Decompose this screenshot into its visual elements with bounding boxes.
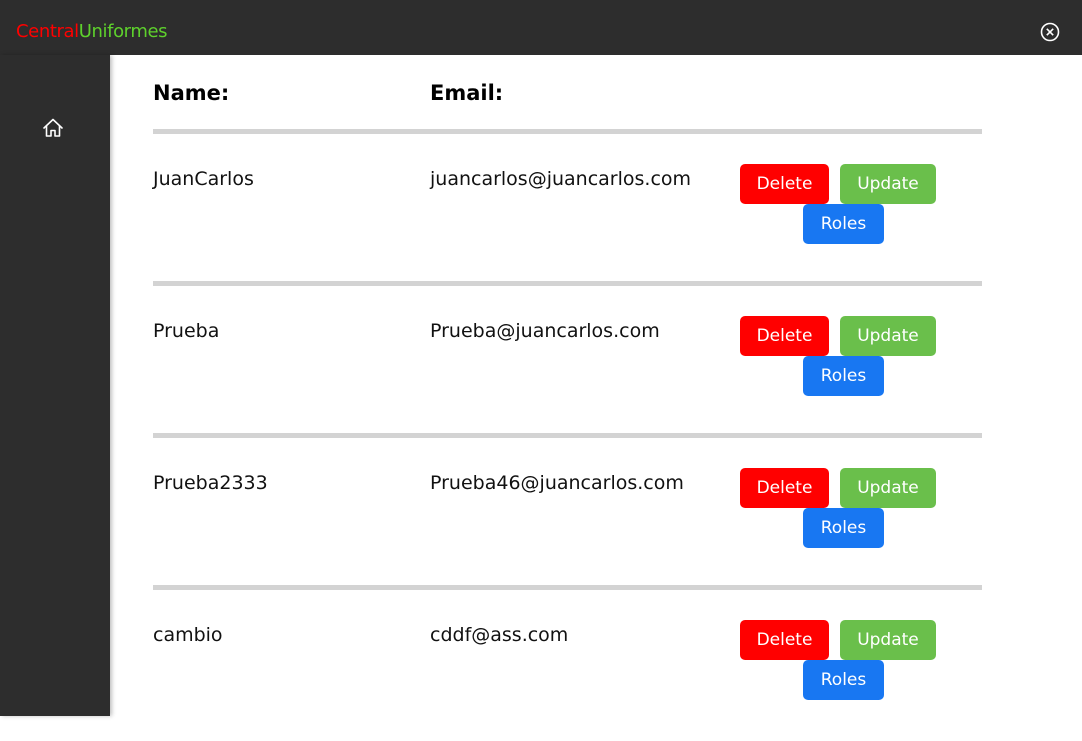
user-name: Prueba2333 bbox=[153, 472, 268, 494]
close-icon bbox=[1040, 22, 1060, 42]
delete-button[interactable]: Delete bbox=[740, 164, 829, 204]
update-button[interactable]: Update bbox=[840, 620, 936, 660]
table-row: cambio cddf@ass.com Delete Update Roles bbox=[153, 585, 982, 741]
roles-button[interactable]: Roles bbox=[803, 356, 884, 396]
update-button[interactable]: Update bbox=[840, 316, 936, 356]
delete-button[interactable]: Delete bbox=[740, 316, 829, 356]
sidebar-item-home[interactable] bbox=[40, 115, 66, 141]
column-header-name: Name: bbox=[153, 81, 230, 105]
user-email: Prueba@juancarlos.com bbox=[430, 320, 660, 342]
app-brand: CentralUniformes bbox=[16, 20, 168, 44]
close-button[interactable] bbox=[1039, 21, 1061, 43]
user-rows: JuanCarlos juancarlos@juancarlos.com Del… bbox=[153, 129, 982, 741]
user-name: cambio bbox=[153, 624, 223, 646]
update-button[interactable]: Update bbox=[840, 468, 936, 508]
user-email: juancarlos@juancarlos.com bbox=[430, 168, 692, 190]
delete-button[interactable]: Delete bbox=[740, 620, 829, 660]
brand-central: Central bbox=[16, 21, 79, 42]
table-row: Prueba2333 Prueba46@juancarlos.com Delet… bbox=[153, 433, 982, 589]
user-name: JuanCarlos bbox=[153, 168, 254, 190]
table-row: JuanCarlos juancarlos@juancarlos.com Del… bbox=[153, 129, 982, 285]
delete-button[interactable]: Delete bbox=[740, 468, 829, 508]
user-email: Prueba46@juancarlos.com bbox=[430, 472, 684, 494]
brand-uniformes: Uniformes bbox=[78, 21, 168, 42]
title-bar: CentralUniformes bbox=[0, 0, 1082, 55]
update-button[interactable]: Update bbox=[840, 164, 936, 204]
sidebar bbox=[0, 55, 110, 716]
roles-button[interactable]: Roles bbox=[803, 508, 884, 548]
user-list-panel: Name: Email: JuanCarlos juancarlos@juanc… bbox=[110, 55, 1082, 716]
roles-button[interactable]: Roles bbox=[803, 204, 884, 244]
user-email: cddf@ass.com bbox=[430, 624, 569, 646]
user-name: Prueba bbox=[153, 320, 220, 342]
home-icon bbox=[43, 118, 63, 137]
table-row: Prueba Prueba@juancarlos.com Delete Upda… bbox=[153, 281, 982, 437]
roles-button[interactable]: Roles bbox=[803, 660, 884, 700]
column-header-email: Email: bbox=[430, 81, 504, 105]
